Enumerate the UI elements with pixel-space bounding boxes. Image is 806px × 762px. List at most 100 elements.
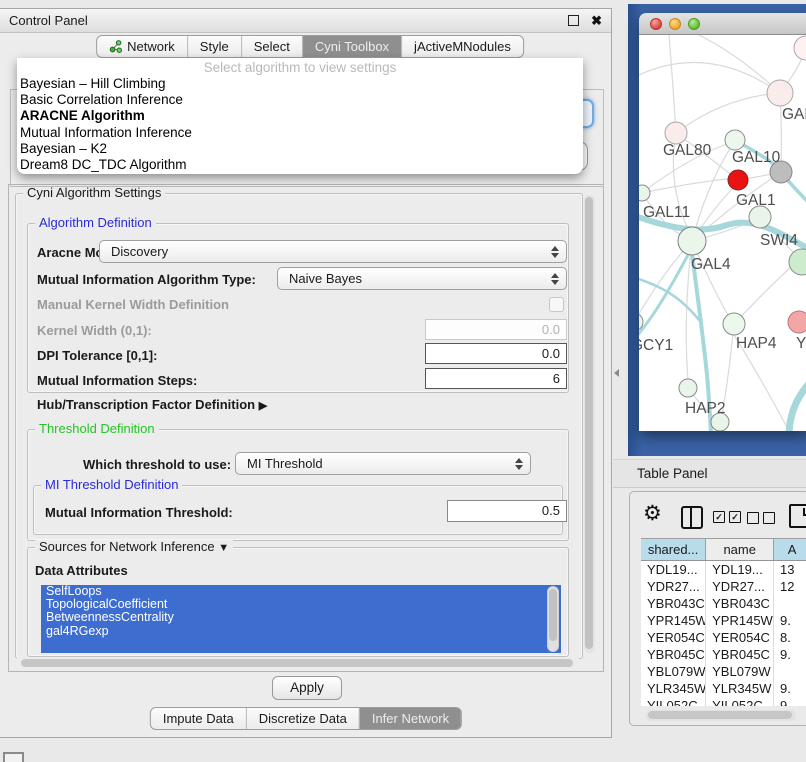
hub-definition-toggle[interactable]: Hub/Transcription Factor Definition ▶ [37,397,267,412]
tab-jactivemnodules[interactable]: jActiveMNodules [401,36,523,57]
tab-select[interactable]: Select [241,36,302,57]
settings-vertical-scrollbar[interactable] [584,195,595,653]
minimized-panel-icon[interactable] [3,752,24,762]
which-threshold-value: MI Threshold [236,456,510,471]
network-edge[interactable] [734,267,791,324]
network-window-titlebar[interactable] [639,13,806,35]
network-edge-highlighted[interactable] [639,275,699,320]
table-row[interactable]: YER054CYER054C8. [641,629,806,646]
tab-network[interactable]: Network [97,36,187,57]
panel-divider-collapse-icon[interactable] [614,369,619,377]
node-salmon[interactable] [788,311,806,333]
network-edge[interactable] [639,250,684,322]
table-row[interactable]: YBL079WYBL079W [641,663,806,680]
node-gal-cut[interactable] [767,80,793,106]
network-edge[interactable] [639,63,780,93]
mi-steps-label: Mutual Information Steps: [37,373,197,388]
table-row[interactable]: YIL052CYIL052C9. [641,697,806,706]
table-row[interactable]: YDR27...YDR27...12 [641,578,806,595]
network-edge[interactable] [669,35,676,133]
mi-type-select[interactable]: Naive Bayes [277,267,567,290]
table-cell: YBR043C [641,595,706,612]
float-window-icon[interactable] [568,15,579,26]
control-panel-tabs: NetworkStyleSelect Cyni Toolbox jActiveMNo… [96,35,524,58]
table-cell [774,595,806,612]
split-column-icon[interactable] [681,506,703,529]
table-panel-title: Table Panel [637,466,708,481]
settings-horizontal-scrollbar[interactable] [17,657,579,669]
column-header[interactable]: shared... [641,539,706,560]
tab-infer-network[interactable]: Infer Network [359,708,461,729]
settings-gear-icon[interactable]: ⚙ [643,501,662,526]
network-edge[interactable] [642,178,734,193]
threshold-definition-title: Threshold Definition [35,422,159,436]
manual-kernel-checkbox[interactable] [549,297,564,312]
mi-threshold-box-title: MI Threshold Definition [41,478,182,492]
node-hap4[interactable] [723,313,745,335]
algorithm-option[interactable]: Bayesian – K2 [17,141,583,157]
network-view-window[interactable]: GALGAL80GAL10GAL1GAL11SWI4GAL4GCY1HAP4YH… [639,13,806,431]
node-gal1[interactable] [749,206,771,228]
data-attributes-list[interactable]: SelfLoopsTopologicalCoefficientBetweenne… [41,585,561,653]
close-icon[interactable]: ✖ [591,14,602,27]
zoom-traffic-light[interactable] [688,18,700,30]
sources-title[interactable]: Sources for Network Inference ▼ [35,540,233,555]
which-threshold-select[interactable]: MI Threshold [235,452,531,475]
table-row[interactable]: YPR145WYPR145W9. [641,612,806,629]
column-header[interactable]: name [706,539,774,560]
node-gal4[interactable] [678,227,706,255]
algorithm-option[interactable]: ARACNE Algorithm [17,108,583,124]
network-edge-highlighted[interactable] [639,253,689,347]
node-hap2[interactable] [679,379,697,397]
aracne-mode-select[interactable]: Discovery [99,240,567,263]
node-gal80[interactable] [665,122,687,144]
table-cell: YPR145W [706,612,774,629]
node-label: SWI4 [760,232,798,249]
node-swi4[interactable] [789,249,806,275]
node-label: Y [796,335,806,352]
table-row[interactable]: YBR043CYBR043C [641,595,806,612]
tab-label: Cyni Toolbox [315,39,389,54]
tab-style[interactable]: Style [187,36,241,57]
apply-button[interactable]: Apply [272,676,342,700]
algorithm-option[interactable]: Dream8 DC_TDC Algorithm [17,157,583,173]
table-row[interactable]: YLR345WYLR345W9. [641,680,806,697]
attribute-item[interactable]: BetweennessCentrality [41,611,561,624]
mi-steps-field[interactable]: 6 [425,368,567,389]
network-edge-highlighted[interactable] [789,377,806,431]
dpi-tolerance-field[interactable]: 0.0 [425,343,567,364]
attribute-item[interactable]: gal4RGexp [41,625,561,638]
algorithm-option[interactable]: Bayesian – Hill Climbing [17,76,583,92]
which-threshold-label: Which threshold to use: [83,457,231,472]
tab-cyni-toolbox[interactable]: Cyni Toolbox [302,36,401,57]
kernel-width-field[interactable]: 0.0 [425,319,567,340]
network-edge[interactable] [676,93,780,133]
select-all-icon[interactable]: ✓✓ [713,511,741,523]
node-red-selected[interactable] [728,170,748,190]
tab-impute-data[interactable]: Impute Data [151,708,246,729]
table-horizontal-scrollbar[interactable] [646,710,796,721]
deselect-all-icon[interactable] [747,512,775,524]
table-panel-header: Table Panel [613,459,806,488]
tab-label: Discretize Data [259,711,347,726]
network-icon [109,40,122,53]
node-gal11[interactable] [639,185,650,201]
minimize-traffic-light[interactable] [669,18,681,30]
table-row[interactable]: YBR045CYBR045C9. [641,646,806,663]
export-table-icon[interactable] [789,504,806,528]
table-row[interactable]: YDL19...YDL19...13 [641,561,806,578]
control-panel-titlebar: Control Panel ✖ [0,9,611,33]
node-top-right[interactable] [794,36,806,60]
column-header[interactable]: A [774,539,806,560]
node-gal10[interactable] [725,130,745,150]
close-traffic-light[interactable] [650,18,662,30]
algorithm-placeholder: Select algorithm to view settings [17,59,583,76]
table-cell: YBR045C [706,646,774,663]
network-canvas[interactable]: GALGAL80GAL10GAL1GAL11SWI4GAL4GCY1HAP4YH… [639,35,806,431]
table-cell: 12 [774,578,806,595]
tab-discretize-data[interactable]: Discretize Data [246,708,359,729]
algorithm-option[interactable]: Basic Correlation Inference [17,92,583,108]
algorithm-option[interactable]: Mutual Information Inference [17,125,583,141]
attribute-list-scrollbar[interactable] [547,586,559,652]
mi-threshold-field[interactable]: 0.5 [447,500,567,522]
